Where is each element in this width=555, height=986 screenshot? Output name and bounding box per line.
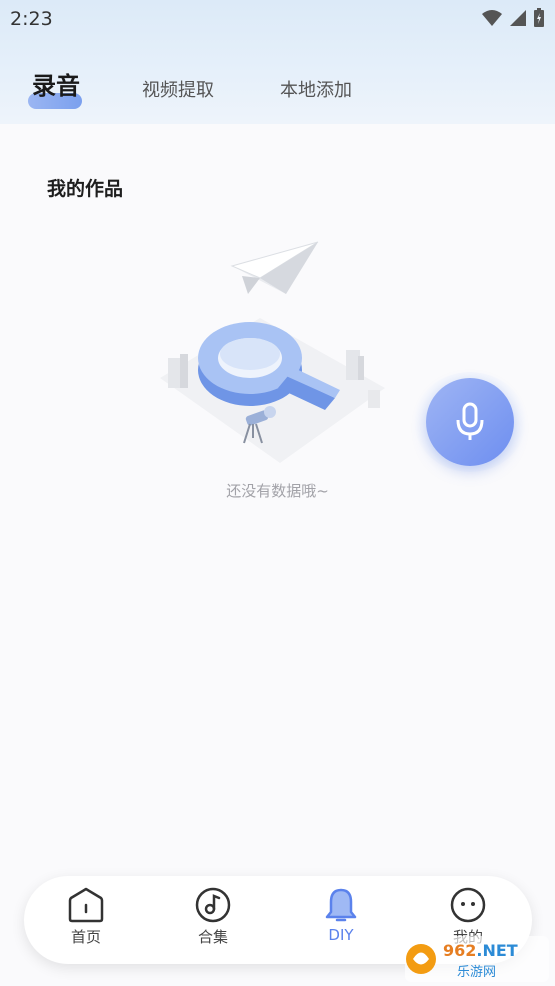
site-watermark-logo: 962.NET 乐游网 [405, 936, 549, 982]
nav-diy[interactable]: DIY [296, 886, 386, 956]
smiley-icon [450, 887, 486, 923]
tab-local-add[interactable]: 本地添加 [280, 76, 352, 102]
wifi-icon [482, 10, 502, 26]
nav-collection-label: 合集 [197, 928, 228, 946]
home-icon [68, 887, 104, 923]
nav-diy-label: DIY [328, 926, 354, 944]
nav-collection[interactable]: 合集 [168, 886, 258, 956]
signal-icon [510, 10, 526, 26]
status-icons [481, 8, 545, 28]
nav-home-label: 首页 [70, 928, 101, 946]
battery-icon [534, 8, 544, 27]
nav-home[interactable]: 首页 [41, 886, 131, 956]
bell-icon [325, 888, 357, 922]
status-bar: 2:23 [0, 0, 555, 40]
tab-recording[interactable]: 录音 [32, 66, 80, 101]
tab-video-extract[interactable]: 视频提取 [142, 76, 214, 102]
music-note-icon [195, 887, 231, 923]
section-title: 我的作品 [47, 178, 124, 200]
empty-state-illustration [160, 241, 385, 463]
record-mic-button[interactable] [426, 378, 514, 466]
svg-text:962.NET: 962.NET [443, 941, 518, 960]
status-time: 2:23 [10, 8, 53, 30]
empty-state-text: 还没有数据哦~ [226, 482, 329, 500]
paper-plane-icon [230, 241, 319, 294]
microphone-icon [456, 402, 484, 440]
svg-text:乐游网: 乐游网 [457, 965, 496, 980]
